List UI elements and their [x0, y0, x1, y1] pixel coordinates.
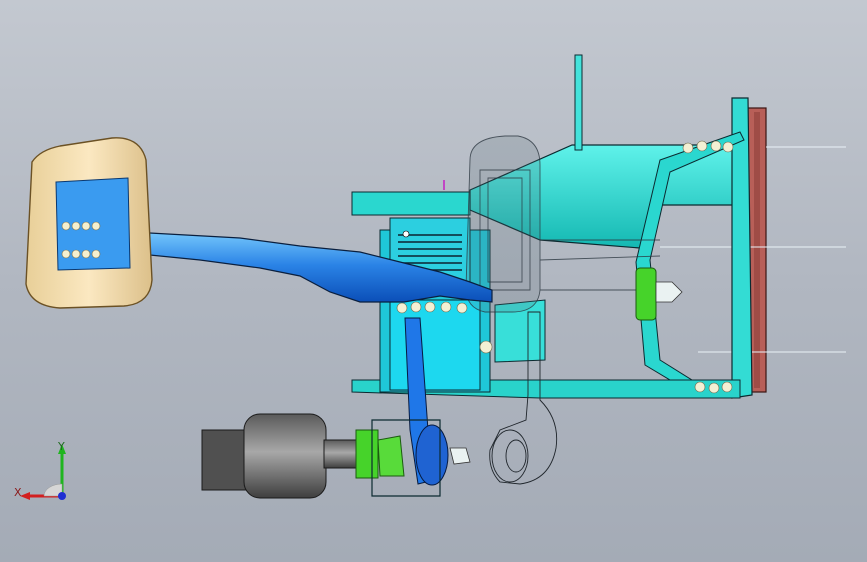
pedal-pad[interactable]	[25, 137, 153, 309]
graphics-viewport[interactable]: Y X	[0, 0, 867, 562]
z-axis-dot-icon	[58, 492, 66, 500]
retainer-clip[interactable]	[635, 267, 683, 321]
position-sensor[interactable]	[201, 413, 405, 499]
orientation-triad: Y X	[14, 440, 66, 500]
pedal-assembly-model[interactable]	[0, 0, 867, 562]
x-axis-label: X	[14, 486, 22, 499]
y-axis-label: Y	[57, 440, 65, 453]
